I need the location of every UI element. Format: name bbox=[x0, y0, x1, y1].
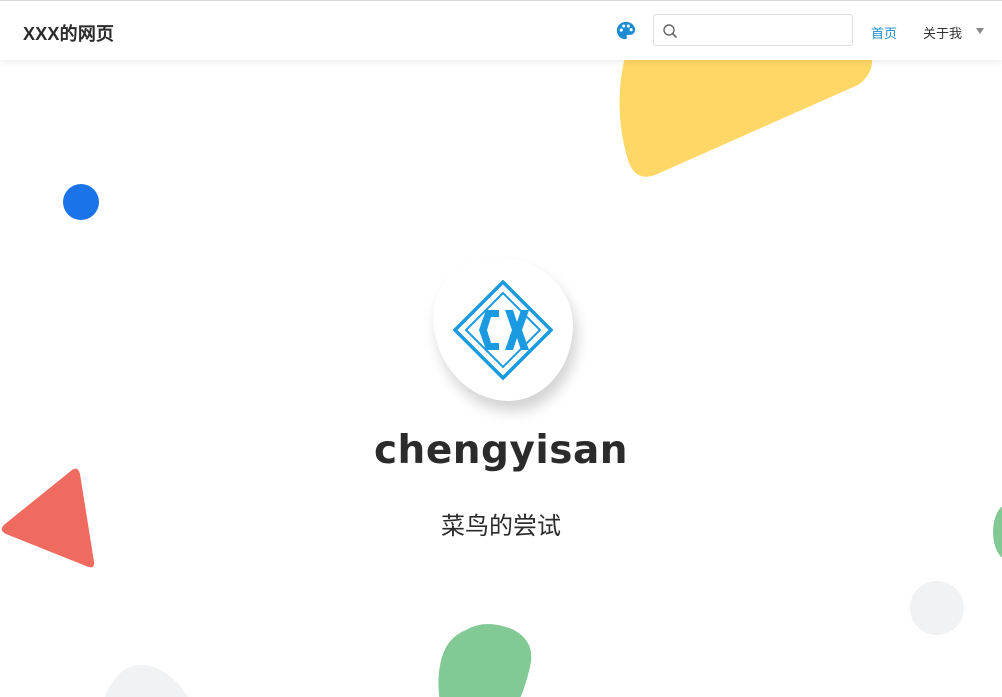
decorative-blue-dot bbox=[63, 184, 99, 220]
hero-title: chengyisan bbox=[373, 428, 629, 473]
caret-down-icon[interactable] bbox=[976, 28, 984, 34]
decorative-green-blob-bottom bbox=[438, 624, 532, 697]
decorative-yellow-shape bbox=[619, 40, 873, 177]
nav-link-about[interactable]: 关于我 bbox=[923, 23, 962, 42]
search-box bbox=[653, 14, 853, 46]
nav-link-home[interactable]: 首页 bbox=[871, 23, 897, 42]
search-input[interactable] bbox=[684, 18, 848, 44]
decorative-gray-blob-bottom bbox=[105, 664, 188, 697]
avatar bbox=[433, 258, 573, 401]
decorative-gray-dot bbox=[910, 581, 964, 635]
hero-subtitle: 菜鸟的尝试 bbox=[441, 513, 561, 540]
cx-diamond-logo bbox=[453, 280, 553, 380]
site-brand[interactable]: XXX的网页 bbox=[23, 20, 114, 46]
top-navbar: XXX的网页 首页 关于我 bbox=[0, 0, 1002, 60]
page: XXX的网页 首页 关于我 chengyisan 菜鸟的尝试 bbox=[0, 0, 1002, 697]
search-icon bbox=[663, 24, 677, 38]
palette-icon[interactable] bbox=[615, 20, 637, 42]
